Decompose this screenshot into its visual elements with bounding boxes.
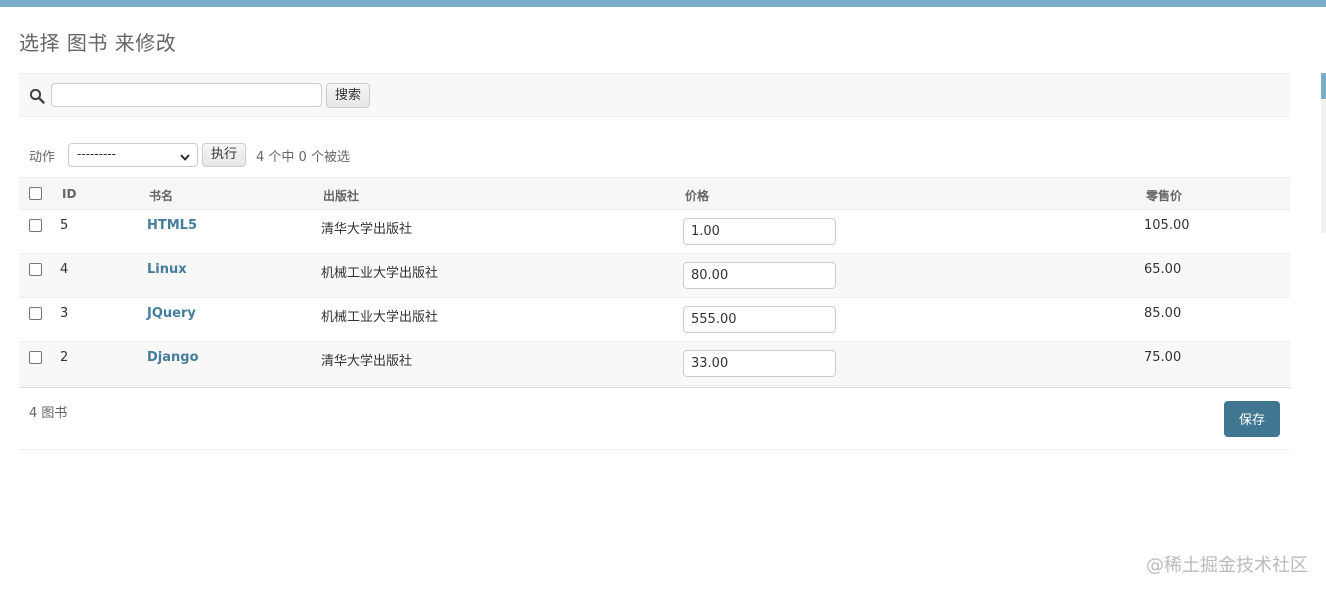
- row-retail-price: 65.00: [1144, 262, 1182, 277]
- chevron-down-icon: [179, 148, 191, 161]
- row-checkbox[interactable]: [29, 307, 42, 320]
- scrollbar-thumb[interactable]: [1321, 73, 1326, 99]
- row-id: 4: [60, 262, 69, 277]
- price-input[interactable]: [683, 262, 836, 289]
- column-header-name[interactable]: 书名: [149, 187, 173, 204]
- search-button[interactable]: 搜索: [326, 83, 370, 108]
- action-select[interactable]: ---------: [68, 143, 198, 167]
- row-checkbox[interactable]: [29, 263, 42, 276]
- scrollbar[interactable]: [1319, 73, 1326, 233]
- column-header-publisher[interactable]: 出版社: [323, 187, 359, 204]
- row-publisher: 机械工业大学出版社: [321, 310, 439, 325]
- row-id: 3: [60, 306, 69, 321]
- action-select-value: ---------: [77, 147, 116, 161]
- search-icon: [29, 88, 45, 104]
- table-row: 4 Linux 机械工业大学出版社 65.00: [19, 254, 1290, 298]
- row-retail-price: 85.00: [1144, 306, 1182, 321]
- column-header-price[interactable]: 价格: [685, 187, 709, 204]
- row-publisher: 清华大学出版社: [321, 354, 413, 369]
- row-id: 5: [60, 218, 69, 233]
- price-input[interactable]: [683, 350, 836, 377]
- row-checkbox[interactable]: [29, 219, 42, 232]
- book-name-link[interactable]: JQuery: [147, 306, 196, 321]
- save-button[interactable]: 保存: [1224, 401, 1280, 437]
- price-input[interactable]: [683, 218, 836, 245]
- actions-label: 动作: [29, 150, 56, 165]
- book-name-link[interactable]: HTML5: [147, 218, 197, 233]
- search-input[interactable]: [51, 83, 322, 107]
- row-retail-price: 105.00: [1144, 218, 1190, 233]
- book-name-link[interactable]: Linux: [147, 262, 187, 277]
- row-publisher: 机械工业大学出版社: [321, 266, 439, 281]
- column-header-retail-price[interactable]: 零售价: [1146, 187, 1182, 204]
- table-row: 3 JQuery 机械工业大学出版社 85.00: [19, 298, 1290, 342]
- table-header-row: ID 书名 出版社 价格 零售价: [19, 177, 1290, 210]
- selection-counter: 4 个中 0 个被选: [256, 150, 350, 165]
- watermark-text: @稀土掘金技术社区: [1146, 555, 1308, 576]
- price-input[interactable]: [683, 306, 836, 333]
- book-name-link[interactable]: Django: [147, 350, 199, 365]
- row-checkbox[interactable]: [29, 351, 42, 364]
- scrollbar-track[interactable]: [1321, 99, 1326, 233]
- row-retail-price: 75.00: [1144, 350, 1182, 365]
- result-count: 4 图书: [29, 406, 68, 421]
- row-id: 2: [60, 350, 69, 365]
- table-row: 5 HTML5 清华大学出版社 105.00: [19, 210, 1290, 254]
- table-row: 2 Django 清华大学出版社 75.00: [19, 342, 1290, 386]
- select-all-checkbox[interactable]: [29, 187, 42, 200]
- page-title: 选择 图书 来修改: [19, 31, 177, 55]
- search-toolbar: 搜索: [19, 73, 1290, 117]
- column-header-id[interactable]: ID: [62, 187, 76, 201]
- run-action-button[interactable]: 执行: [202, 143, 246, 167]
- row-publisher: 清华大学出版社: [321, 222, 413, 237]
- results-table: ID 书名 出版社 价格 零售价 5 HTML5 清华大学出版社 105.00 …: [19, 177, 1290, 386]
- top-header-bar: [0, 0, 1326, 7]
- submit-row: 4 图书 保存: [19, 387, 1290, 450]
